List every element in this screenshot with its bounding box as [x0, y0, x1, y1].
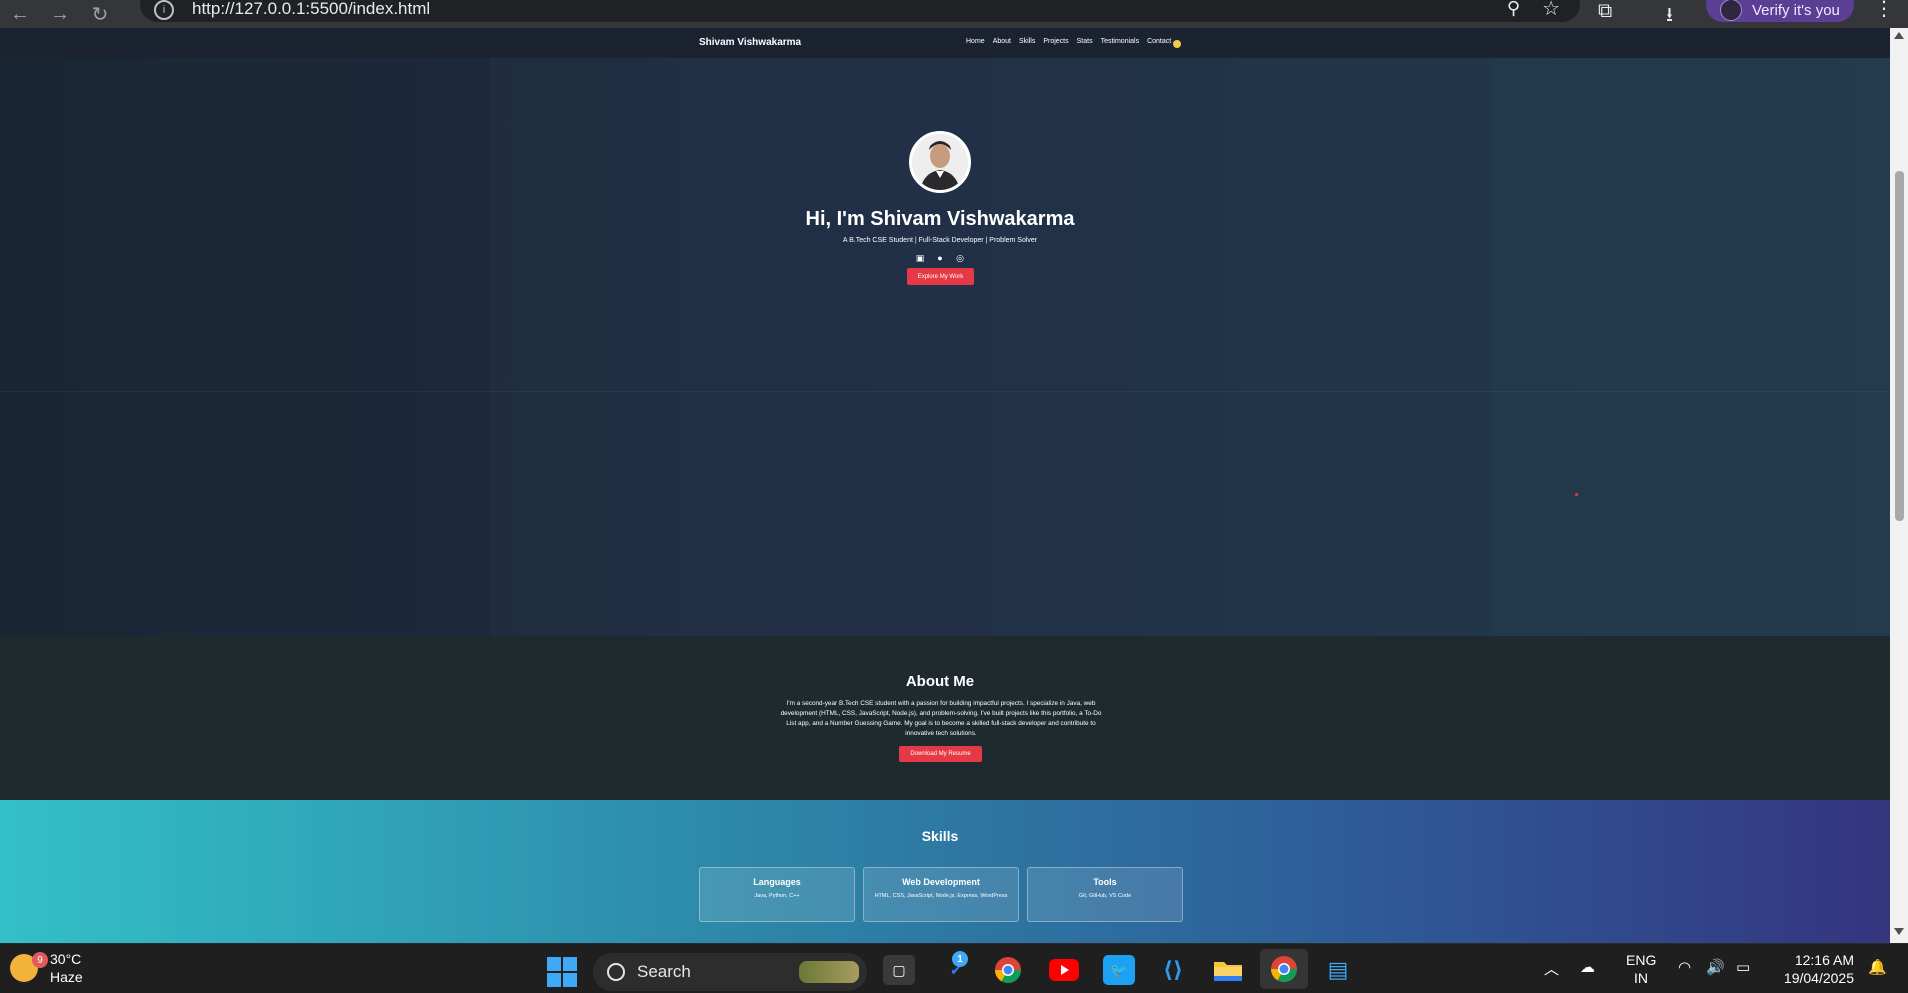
task-view-icon[interactable]: ▢ — [883, 955, 915, 985]
scroll-up-arrow-icon[interactable] — [1894, 32, 1904, 39]
chrome-active-icon[interactable] — [1260, 949, 1308, 989]
onedrive-icon[interactable]: ☁ — [1580, 958, 1595, 976]
windows-taskbar: 9 30°C Haze Search ▢ ✔ 1 🐦 ⟨⟩ ▤ ︿ ☁ ENG … — [0, 943, 1908, 993]
address-bar[interactable]: i http://127.0.0.1:5500/index.html ⚲ ☆ — [140, 0, 1580, 22]
youtube-icon[interactable] — [1048, 955, 1080, 985]
skills-section: Skills Languages Java, Python, C++ Web D… — [0, 800, 1890, 943]
github-icon[interactable]: ● — [935, 253, 945, 263]
file-explorer-icon[interactable] — [1212, 955, 1244, 985]
profile-label: Verify it's you — [1752, 1, 1840, 19]
weather-desc: Haze — [50, 969, 83, 985]
instagram-icon[interactable]: ◎ — [955, 253, 965, 263]
weather-widget[interactable]: 9 30°C Haze — [10, 950, 83, 986]
chrome-icon[interactable] — [992, 955, 1024, 985]
hero-bg-panel — [990, 58, 1490, 636]
skill-card-web: Web Development HTML, CSS, JavaScript, N… — [863, 867, 1019, 922]
hero-bg-panel — [0, 58, 490, 636]
skill-card-title: Languages — [753, 877, 801, 887]
zoom-icon[interactable]: ⚲ — [1507, 0, 1520, 19]
weather-temp: 30°C — [50, 951, 82, 967]
skill-card-desc: HTML, CSS, JavaScript, Node.js, Express,… — [874, 893, 1008, 899]
lang-top: ENG — [1626, 952, 1657, 968]
bookmark-star-icon[interactable]: ☆ — [1542, 0, 1560, 21]
skills-heading: Skills — [921, 828, 959, 844]
skill-card-desc: Java, Python, C++ — [754, 893, 800, 899]
about-section: About Me I'm a second-year B.Tech CSE st… — [0, 636, 1890, 800]
nav-skills[interactable]: Skills — [1019, 38, 1035, 45]
about-heading: About Me — [905, 673, 975, 690]
notepad-icon[interactable]: ▤ — [1322, 955, 1354, 985]
vscode-icon[interactable]: ⟨⟩ — [1157, 955, 1189, 985]
nav-about[interactable]: About — [993, 38, 1011, 45]
clock-date: 19/04/2025 — [1783, 970, 1854, 986]
battery-icon[interactable]: ▭ — [1736, 958, 1750, 976]
browser-toolbar: ← → ↻ i http://127.0.0.1:5500/index.html… — [0, 0, 1908, 28]
hero-bg-panel — [1490, 58, 1890, 636]
nav-contact[interactable]: Contact — [1147, 38, 1171, 45]
start-button[interactable] — [547, 957, 577, 987]
download-resume-button[interactable]: Download My Resume — [899, 746, 982, 762]
skill-card-tools: Tools Git, GitHub, VS Code — [1027, 867, 1183, 922]
weather-badge: 9 — [32, 952, 48, 968]
hero-subtitle: A B.Tech CSE Student | Full-Stack Develo… — [842, 237, 1038, 244]
search-highlight-image — [799, 961, 859, 983]
clock-time: 12:16 AM — [1794, 952, 1854, 968]
notifications-icon[interactable]: 🔔 — [1868, 958, 1887, 976]
volume-icon[interactable]: 🔊 — [1706, 958, 1725, 976]
nav-testimonials[interactable]: Testimonials — [1101, 38, 1140, 45]
hero-section: Hi, I'm Shivam Vishwakarma A B.Tech CSE … — [0, 58, 1890, 636]
wifi-icon[interactable]: ◠ — [1678, 958, 1691, 976]
search-icon — [607, 963, 625, 981]
explore-work-button[interactable]: Explore My Work — [907, 268, 974, 285]
skill-card-title: Tools — [1093, 877, 1117, 887]
skill-card-desc: Git, GitHub, VS Code — [1078, 893, 1132, 899]
language-indicator[interactable]: ENG IN — [1626, 951, 1656, 987]
nav-menu: Home About Skills Projects Stats Testimo… — [966, 38, 1171, 45]
linkedin-icon[interactable]: ▣ — [915, 253, 925, 263]
browser-menu-icon[interactable]: ⋮ — [1874, 0, 1894, 21]
twitter-icon[interactable]: 🐦 — [1103, 955, 1135, 985]
lang-bottom: IN — [1634, 970, 1648, 986]
nav-stats[interactable]: Stats — [1077, 38, 1093, 45]
profile-photo — [909, 131, 971, 193]
page-scrollbar[interactable] — [1890, 28, 1908, 943]
hero-divider — [0, 391, 1890, 392]
system-clock[interactable]: 12:16 AM 19/04/2025 — [1774, 951, 1854, 987]
site-info-icon[interactable]: i — [154, 0, 174, 20]
hero-title: Hi, I'm Shivam Vishwakarma — [805, 208, 1075, 230]
site-navbar: Shivam Vishwakarma Home About Skills Pro… — [0, 28, 1890, 58]
url-text[interactable]: http://127.0.0.1:5500/index.html — [192, 0, 430, 19]
todo-badge: 1 — [952, 951, 968, 967]
profile-button[interactable]: Verify it's you — [1706, 0, 1854, 22]
taskbar-search[interactable]: Search — [593, 953, 867, 991]
tray-overflow-icon[interactable]: ︿ — [1544, 958, 1559, 979]
back-icon[interactable]: ← — [0, 0, 40, 28]
taskbar-search-label: Search — [637, 962, 691, 981]
scrollbar-thumb[interactable] — [1895, 171, 1904, 521]
cursor-dot — [1575, 493, 1578, 496]
theme-toggle-icon[interactable] — [1173, 40, 1181, 48]
page-viewport: Shivam Vishwakarma Home About Skills Pro… — [0, 28, 1890, 943]
skill-card-languages: Languages Java, Python, C++ — [699, 867, 855, 922]
profile-avatar — [1720, 0, 1742, 21]
extensions-icon[interactable]: ⧉ — [1598, 0, 1612, 23]
reload-icon[interactable]: ↻ — [80, 0, 120, 28]
skill-card-title: Web Development — [902, 877, 980, 887]
nav-projects[interactable]: Projects — [1043, 38, 1068, 45]
weather-icon: 9 — [10, 952, 48, 982]
social-links: ▣ ● ◎ — [915, 253, 965, 264]
site-brand[interactable]: Shivam Vishwakarma — [699, 37, 801, 48]
about-text: I'm a second-year B.Tech CSE student wit… — [780, 700, 1102, 737]
scroll-down-arrow-icon[interactable] — [1894, 928, 1904, 935]
forward-icon[interactable]: → — [40, 0, 80, 28]
nav-home[interactable]: Home — [966, 38, 985, 45]
